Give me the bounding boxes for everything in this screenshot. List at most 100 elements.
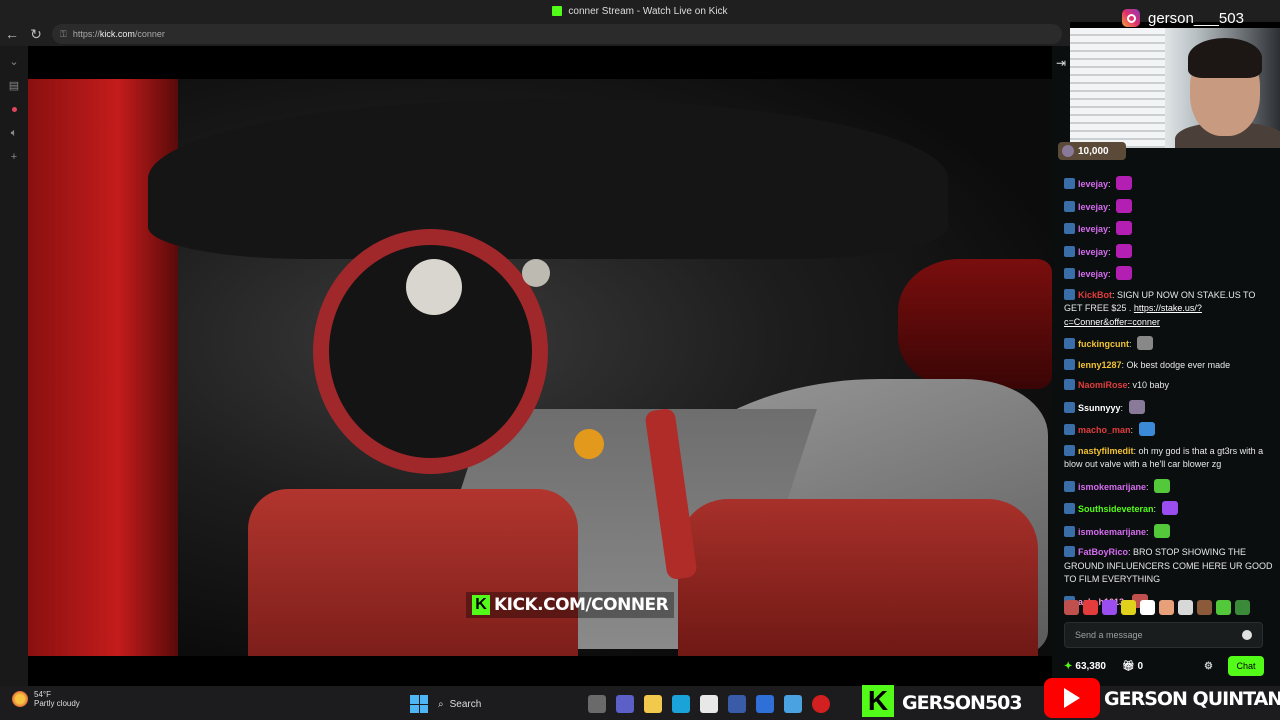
gift-value: 0: [1137, 660, 1144, 672]
lock-icon: ⚿: [60, 28, 67, 39]
chat-separator: :: [1130, 425, 1136, 435]
chat-username[interactable]: levejay: [1078, 224, 1108, 234]
windows-start-icon[interactable]: [410, 695, 428, 713]
chat-username[interactable]: levejay: [1078, 179, 1108, 189]
gift-icon: 🎁︎: [1121, 660, 1135, 672]
taskbar-search[interactable]: ⌕ Search: [438, 694, 578, 714]
chat-separator: :: [1120, 402, 1126, 413]
chat-separator: :: [1146, 526, 1152, 537]
app-icon[interactable]: [728, 695, 746, 713]
badge-icon: [1064, 503, 1075, 514]
chat-username[interactable]: KickBot: [1078, 290, 1112, 300]
chat-username[interactable]: Southsideveteran: [1078, 504, 1154, 514]
url-domain: kick.com: [99, 29, 135, 39]
emote-icon: [1116, 266, 1133, 280]
stream-video[interactable]: K KICK.COM/CONNER: [28, 79, 1052, 656]
chat-message: levejay:: [1064, 176, 1274, 192]
speaker-icon[interactable]: 🔈︎: [7, 126, 21, 140]
file-explorer-icon[interactable]: [644, 695, 662, 713]
emote-icon[interactable]: [1216, 600, 1231, 615]
webcam-hair: [1188, 38, 1262, 78]
chat-separator: :: [1129, 339, 1135, 349]
kick-url-banner: K KICK.COM/CONNER: [466, 592, 675, 618]
reload-icon[interactable]: ↻: [24, 22, 48, 46]
chat-username[interactable]: FatBoyRico: [1078, 547, 1128, 557]
emote-icon[interactable]: [1121, 600, 1136, 615]
emote-icon[interactable]: [1083, 600, 1098, 615]
store-icon[interactable]: [700, 695, 718, 713]
chat-username[interactable]: nastyfilmedit: [1078, 446, 1134, 456]
emote-icon[interactable]: [1197, 600, 1212, 615]
instagram-handle: gerson___503: [1148, 9, 1244, 27]
chat-username[interactable]: fuckingcunt: [1078, 339, 1129, 349]
emote-icon: [1116, 221, 1133, 235]
points-icon: ✦: [1064, 660, 1073, 672]
chat-separator: :: [1108, 224, 1114, 234]
search-icon: ⌕: [438, 698, 444, 710]
badge-icon: [1064, 178, 1075, 189]
webcam-overlay: [1070, 28, 1280, 148]
emote-icon[interactable]: [1102, 600, 1117, 615]
chat-message: nastyfilmedit: oh my god is that a gt3rs…: [1064, 444, 1274, 472]
chat-message: macho_man:: [1064, 422, 1274, 438]
edge-icon[interactable]: [672, 695, 690, 713]
back-arrow-icon[interactable]: ←: [0, 22, 24, 46]
chat-message: ismokemarijane:: [1064, 523, 1274, 540]
chat-message: fuckingcunt:: [1064, 336, 1274, 352]
tabs-icon[interactable]: ▤: [7, 78, 21, 92]
emote-icon[interactable]: [1064, 600, 1079, 615]
badge-icon: [1064, 444, 1075, 456]
pinned-amount: 10,000: [1078, 145, 1109, 157]
chat-username[interactable]: lenny1287: [1078, 360, 1122, 370]
chat-message: levejay:: [1064, 243, 1274, 260]
badge-icon: [1064, 546, 1075, 557]
chat-separator: :: [1153, 504, 1159, 514]
chevron-down-icon[interactable]: ⌄: [7, 54, 21, 68]
chat-username[interactable]: levejay: [1078, 247, 1108, 257]
url-field[interactable]: ⚿ https://kick.com/conner: [52, 24, 1062, 44]
window-titlebar: conner Stream - Watch Live on Kick: [0, 0, 1280, 22]
gear-icon[interactable]: ⚙: [1204, 661, 1213, 672]
weather-widget[interactable]: 54°F Partly cloudy: [12, 690, 80, 708]
chat-username[interactable]: macho_man: [1078, 425, 1131, 435]
opera-icon[interactable]: [812, 695, 830, 713]
chat-username[interactable]: levejay: [1078, 202, 1108, 212]
video-gauge: [406, 259, 462, 315]
channel-points[interactable]: ✦ 63,380: [1064, 661, 1106, 672]
chat-username[interactable]: Ssunnyyy: [1078, 403, 1121, 413]
chat-send-button[interactable]: Chat: [1228, 656, 1264, 676]
emote-icon[interactable]: [1140, 600, 1155, 615]
badge-icon: [1064, 288, 1075, 300]
chat-separator: :: [1108, 201, 1114, 212]
chat-message: ismokemarijane:: [1064, 478, 1274, 495]
badge-icon: [1064, 379, 1075, 390]
chat-username[interactable]: levejay: [1078, 269, 1108, 279]
chat-username[interactable]: NaomiRose: [1078, 380, 1128, 390]
video-letterbox-bottom: [28, 656, 1052, 686]
app-icon[interactable]: [756, 695, 774, 713]
emote-icon[interactable]: [1159, 600, 1174, 615]
emote-icon: [1116, 198, 1133, 213]
teams-icon[interactable]: [616, 695, 634, 713]
emote-icon[interactable]: [1178, 600, 1193, 615]
weather-condition: Partly cloudy: [34, 699, 80, 708]
pinned-gift[interactable]: 10,000: [1058, 142, 1126, 160]
add-icon[interactable]: +: [7, 150, 21, 164]
kick-logo-icon: K: [862, 685, 894, 717]
chat-text: v10 baby: [1132, 380, 1170, 390]
emote-bar: [1064, 600, 1274, 616]
record-icon[interactable]: [7, 102, 21, 116]
chat-username[interactable]: ismokemarijane: [1078, 482, 1146, 492]
chat-input[interactable]: Send a message: [1064, 622, 1263, 648]
emote-icon: [1161, 501, 1178, 515]
emoji-icon[interactable]: [1242, 630, 1252, 640]
chat-message: levejay:: [1064, 221, 1274, 237]
emote-icon[interactable]: [1235, 600, 1250, 615]
collapse-chat-icon[interactable]: ⇥: [1056, 56, 1066, 70]
app-icon[interactable]: [784, 695, 802, 713]
chat-message: FatBoyRico: BRO STOP SHOWING THE GROUND …: [1064, 546, 1274, 587]
task-view-icon[interactable]: [588, 695, 606, 713]
chat-username[interactable]: ismokemarijane: [1078, 527, 1146, 537]
chat-input-placeholder: Send a message: [1075, 630, 1143, 640]
gift-count[interactable]: 🎁︎ 0: [1122, 661, 1143, 672]
